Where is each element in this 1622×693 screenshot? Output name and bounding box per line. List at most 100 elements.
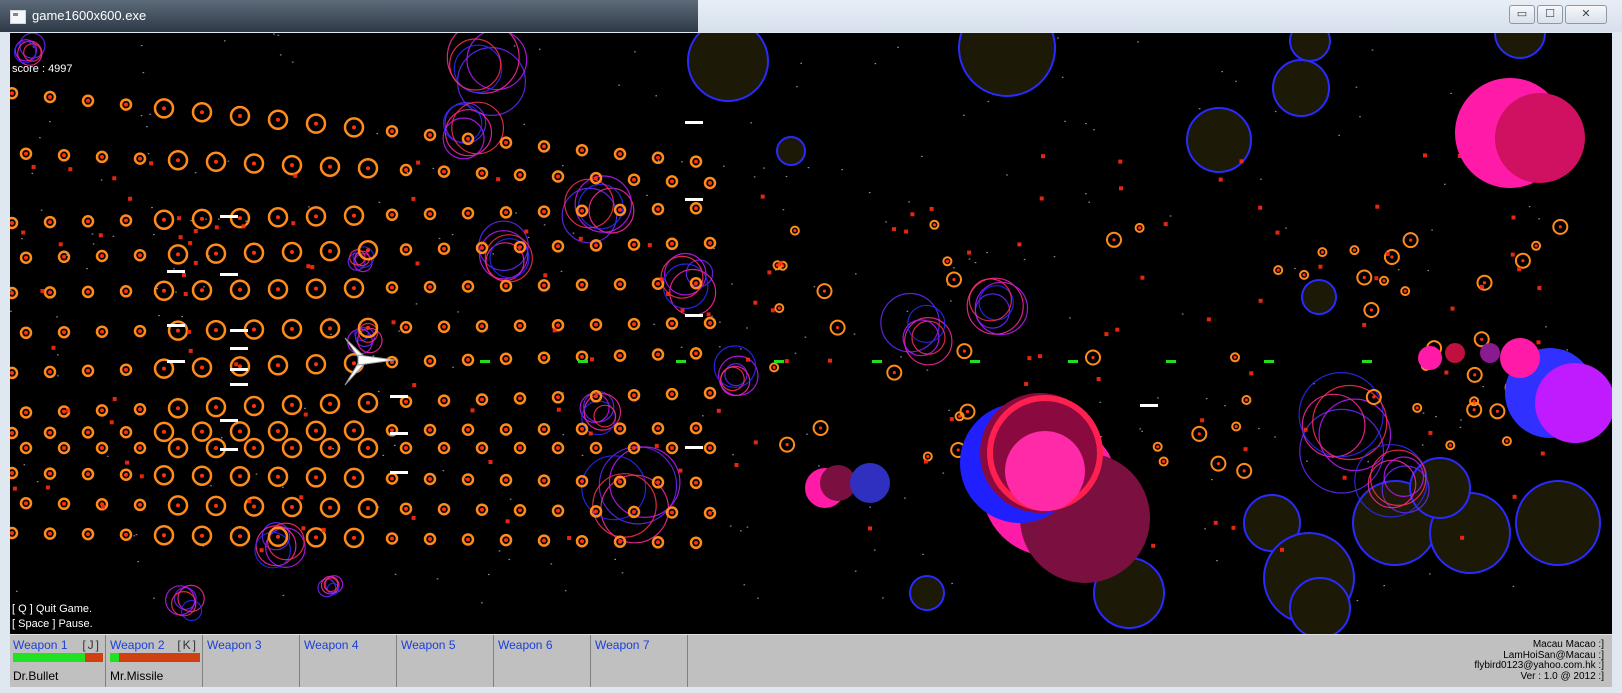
maximize-button[interactable]: ☐ [1537, 5, 1563, 24]
ring-bullet-core [366, 325, 370, 330]
star [818, 465, 820, 467]
ring-bullet-core [10, 431, 14, 435]
weapon-slot-5[interactable]: Weapon 5 [398, 635, 494, 687]
ring-bullet-core [670, 321, 674, 326]
title-bar[interactable]: game1600x600.exe ▭ ☐ ✕ [0, 0, 1622, 32]
ring-bullet-core [48, 471, 52, 476]
weapon-slot-7[interactable]: Weapon 7 [592, 635, 688, 687]
ring-bullet-core [366, 506, 370, 511]
ring-bullet-core [694, 281, 698, 286]
red-shot [1249, 371, 1254, 376]
star [291, 61, 294, 63]
ring-bullet-core [276, 215, 280, 220]
ring-bullet-core [100, 446, 104, 450]
red-shot [415, 261, 420, 266]
red-shot [556, 407, 561, 412]
ring-bullet-core [777, 306, 781, 310]
red-shot [303, 412, 308, 417]
ring-bullet-core [124, 102, 128, 107]
ring-bullet-core [594, 394, 598, 399]
laser-shot [220, 215, 238, 218]
ring-bullet-core [656, 207, 660, 212]
star [158, 315, 160, 317]
green-shot [970, 360, 980, 363]
ring-bullet-core [176, 406, 180, 411]
ring-bullet-core [366, 400, 370, 405]
red-shot [1460, 535, 1465, 540]
star [492, 253, 494, 255]
ring-bullet-core [504, 356, 508, 361]
ring-bullet-core [1480, 337, 1484, 341]
ring-bullet-core [200, 533, 204, 538]
weapon-slot-6[interactable]: Weapon 6 [495, 635, 591, 687]
red-shot [40, 289, 45, 293]
ring-bullet-core [352, 361, 356, 366]
close-button[interactable]: ✕ [1565, 5, 1607, 24]
ring-bullet-core [314, 475, 318, 480]
star [1294, 267, 1296, 270]
ring-bullet-core [10, 291, 14, 295]
red-shot [588, 431, 593, 436]
ring-bullet-core [24, 151, 28, 156]
ring-bullet-core [632, 242, 636, 247]
ring-bullet-core [138, 253, 142, 258]
ring-bullet-core [556, 395, 560, 400]
red-shot [1104, 332, 1109, 337]
ring-bullet-core [10, 91, 14, 96]
red-shot [412, 383, 417, 388]
ring-bullet-core [238, 364, 242, 369]
weapon-slot-3[interactable]: Weapon 3 [204, 635, 300, 687]
star [1431, 229, 1433, 231]
red-shot [109, 420, 114, 425]
ring-bullet-core [1233, 355, 1237, 359]
star [1459, 426, 1462, 428]
ring-bullet-core [10, 471, 14, 475]
star [31, 172, 34, 174]
ring-bullet-core [618, 426, 622, 431]
star [885, 221, 887, 223]
red-shot [923, 459, 928, 464]
star [1224, 405, 1226, 407]
red-shot [1140, 275, 1145, 280]
red-shot [1444, 370, 1449, 375]
ring-bullet-core [670, 392, 674, 397]
weapon-slot-1[interactable]: Weapon 1 [J] Dr.Bullet [10, 635, 106, 687]
ring-bullet-core [932, 223, 937, 227]
ring-bullet-core [1242, 469, 1246, 473]
ring-bullet-core [793, 229, 797, 233]
weapon-slot-2[interactable]: Weapon 2 [K] Mr.Missile [107, 635, 203, 687]
app-icon[interactable] [10, 10, 26, 24]
ring-bullet-core [10, 221, 14, 225]
star [550, 563, 553, 565]
ring-bullet-core [694, 351, 698, 356]
star [442, 470, 445, 472]
star [785, 175, 788, 178]
star [1141, 430, 1143, 432]
ring-bullet-core [276, 534, 280, 539]
minimize-button[interactable]: ▭ [1509, 5, 1535, 24]
ring-bullet-core [632, 177, 636, 182]
ring-bullet-core [404, 247, 408, 252]
laser-shot [1140, 404, 1158, 407]
ring-bullet-core [86, 289, 90, 294]
red-shot [904, 229, 909, 234]
ring-bullet-core [48, 369, 52, 374]
weapon-slot-4[interactable]: Weapon 4 [301, 635, 397, 687]
ring-bullet-core [580, 479, 584, 484]
red-shot [51, 345, 56, 350]
star [142, 72, 145, 74]
ring-bullet-core [276, 287, 280, 292]
ring-bullet-core [694, 206, 698, 211]
red-shot [892, 227, 897, 232]
star [882, 597, 884, 599]
star [1482, 386, 1484, 388]
star [190, 220, 192, 222]
star [10, 310, 12, 312]
window-title: game1600x600.exe [32, 8, 147, 23]
ring-bullet-core [352, 428, 356, 433]
ring-bullet-core [1369, 308, 1373, 312]
ring-bullet-core [708, 321, 712, 325]
weapon-5-label: Weapon 5 [401, 638, 456, 652]
ring-bullet-core [504, 427, 508, 432]
game-canvas[interactable]: score : 4997 [ Q ] Quit Game. [ Space ] … [10, 33, 1612, 634]
